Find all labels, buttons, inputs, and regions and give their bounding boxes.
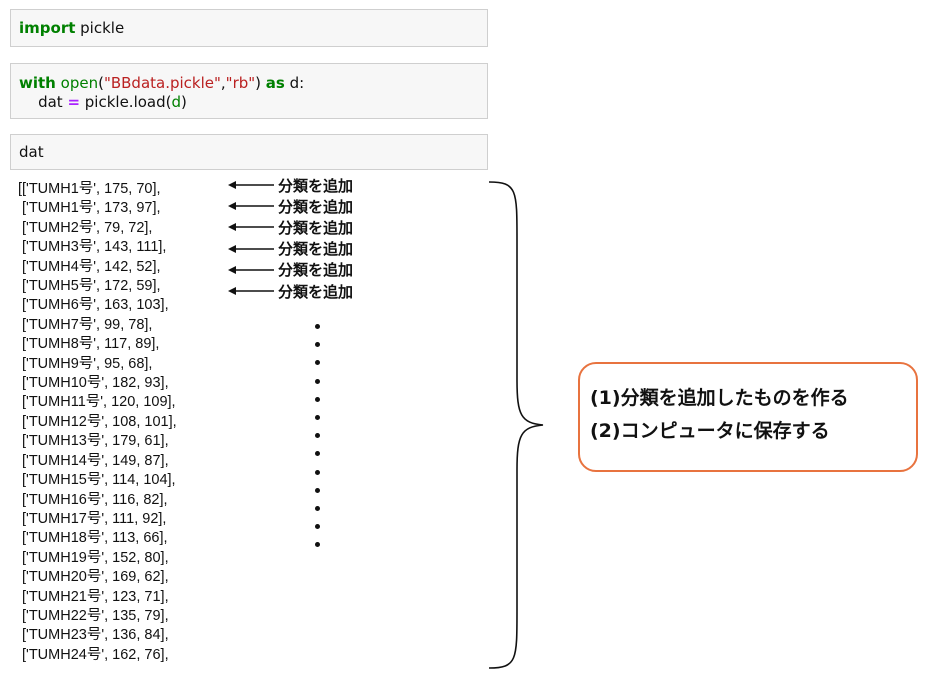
arrow-annotation: 分類を追加	[228, 281, 353, 301]
left-arrow-icon	[228, 244, 274, 253]
code-token: with	[19, 74, 56, 92]
ellipsis-dot	[315, 378, 320, 384]
output-row: ['TUMH7号', 99, 78],	[18, 316, 153, 333]
output-row: ['TUMH4号', 142, 52],	[18, 258, 161, 275]
output-row: ['TUMH11号', 120, 109],	[18, 394, 176, 411]
code-token: =	[67, 93, 81, 111]
code-token: import	[19, 19, 76, 37]
output-row: ['TUMH3号', 143, 111],	[18, 239, 167, 256]
output-row: ['TUMH2号', 79, 72],	[18, 219, 153, 236]
output-row: ['TUMH13号', 179, 61],	[18, 433, 169, 450]
output-row: ['TUMH8号', 117, 89],	[18, 336, 160, 353]
code-line: dat = pickle.load(d)	[19, 93, 487, 112]
output-row: ['TUMH14号', 149, 87],	[18, 452, 169, 469]
code-cell-import[interactable]: import pickle	[10, 9, 488, 47]
arrow-label: 分類を追加	[278, 240, 354, 259]
output-row: ['TUMH19号', 152, 80],	[18, 549, 169, 566]
code-line: with open("BBdata.pickle","rb") as d:	[19, 74, 487, 93]
ellipsis-dot	[315, 451, 320, 457]
ellipsis-dot	[315, 414, 320, 420]
code-token: dat	[19, 93, 68, 111]
arrow-annotation: 分類を追加	[228, 175, 353, 195]
ellipsis-dot	[315, 396, 320, 402]
arrow-label: 分類を追加	[278, 197, 354, 216]
arrow-annotation: 分類を追加	[228, 239, 353, 259]
ellipsis-dot	[315, 469, 320, 475]
ellipsis-dot	[315, 433, 320, 439]
output-row: ['TUMH17号', 111, 92],	[18, 510, 167, 527]
code-cell-dat[interactable]: dat	[10, 134, 488, 170]
arrow-label: 分類を追加	[278, 282, 354, 301]
code-token: as	[265, 74, 285, 92]
arrow-label: 分類を追加	[278, 176, 354, 195]
ellipsis-dot	[315, 524, 320, 530]
left-arrow-icon	[228, 202, 274, 211]
output-row: ['TUMH16号', 116, 82],	[18, 491, 168, 508]
output-row: ['TUMH5号', 172, 59],	[18, 278, 161, 295]
output-row: ['TUMH12号', 108, 101],	[18, 413, 177, 430]
left-arrow-icon	[228, 287, 274, 295]
curly-brace-icon	[488, 181, 544, 669]
output-row: ['TUMH24号', 162, 76],	[18, 646, 169, 663]
arrow-annotation: 分類を追加	[228, 196, 353, 216]
output-row: ['TUMH9号', 95, 68],	[18, 355, 153, 372]
left-arrow-icon	[228, 265, 274, 274]
ellipsis-dot	[315, 542, 320, 548]
code-token: "BBdata.pickle"	[103, 74, 221, 92]
arrow-annotation: 分類を追加	[228, 217, 353, 237]
callout-box: (1)分類を追加したものを作る (2)コンピュータに保存する	[578, 362, 918, 472]
code-token: )	[255, 74, 266, 92]
ellipsis-dot	[315, 487, 320, 493]
ellipsis-dot	[315, 360, 320, 366]
arrow-annotation: 分類を追加	[228, 260, 353, 280]
code-token: pickle.load	[80, 93, 166, 111]
code-token: d	[171, 93, 182, 111]
code-token: "rb"	[225, 74, 256, 92]
code-token: d:	[284, 74, 305, 92]
cell-output: [['TUMH1号', 175, 70], ['TUMH1号', 173, 97…	[18, 180, 258, 676]
output-row: ['TUMH20号', 169, 62],	[18, 569, 169, 586]
callout-line-1: (1)分類を追加したものを作る	[590, 387, 849, 409]
output-row: ['TUMH22号', 135, 79],	[18, 607, 169, 624]
code-token: )	[181, 93, 187, 111]
code-line: import pickle	[19, 19, 487, 38]
code-cell-load-pickle[interactable]: with open("BBdata.pickle","rb") as d: da…	[10, 63, 488, 119]
code-token: pickle	[75, 19, 125, 37]
ellipsis-dot	[315, 324, 320, 329]
output-row: ['TUMH18号', 113, 66],	[18, 530, 168, 547]
output-row: [['TUMH1号', 175, 70],	[18, 181, 161, 197]
left-arrow-icon	[228, 181, 274, 189]
ellipsis-dots	[315, 324, 320, 560]
ellipsis-dot	[315, 342, 320, 348]
code-token: open	[60, 74, 99, 92]
code-line: dat	[19, 143, 487, 162]
arrow-label: 分類を追加	[278, 261, 354, 280]
left-arrow-icon	[228, 223, 274, 232]
callout-line-2: (2)コンピュータに保存する	[590, 420, 830, 442]
arrow-label: 分類を追加	[278, 218, 354, 237]
output-row: ['TUMH10号', 182, 93],	[18, 375, 169, 392]
output-row: ['TUMH21号', 123, 71],	[18, 588, 169, 605]
output-row: ['TUMH1号', 173, 97],	[18, 200, 161, 217]
ellipsis-dot	[315, 505, 320, 511]
code-token: dat	[19, 143, 44, 161]
output-row: ['TUMH6号', 163, 103],	[18, 297, 169, 314]
output-row: ['TUMH15号', 114, 104],	[18, 472, 176, 489]
output-row: ['TUMH23号', 136, 84],	[18, 627, 169, 644]
